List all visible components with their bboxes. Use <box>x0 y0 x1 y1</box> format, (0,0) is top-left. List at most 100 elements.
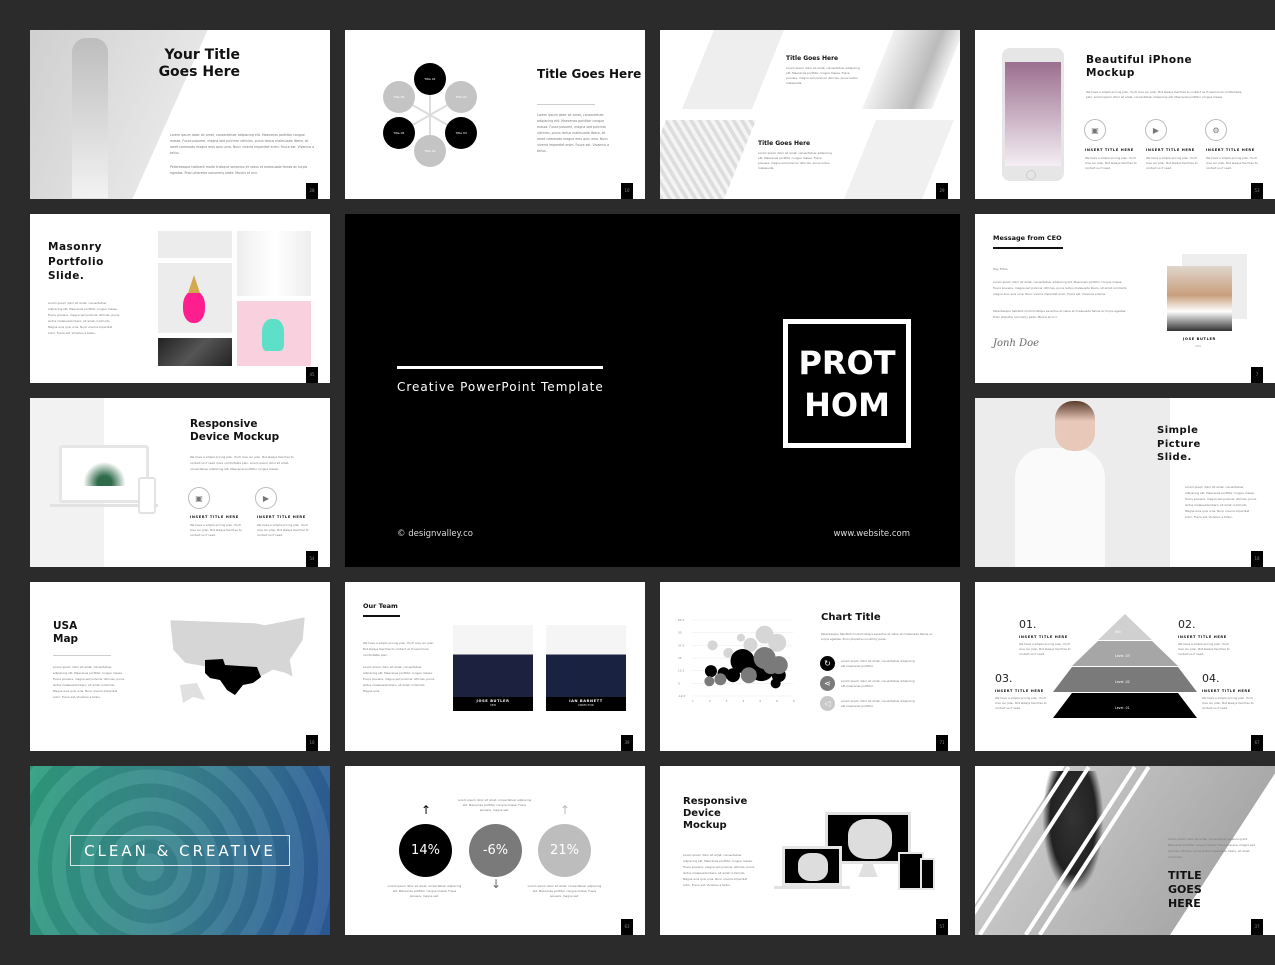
screen-image <box>848 819 892 859</box>
slide-body: Lorem ipsum dolor sit amet, consectetuer… <box>993 280 1127 296</box>
bubble-chart: 62.5 50 37.5 25 12.5 0 -12.5 1 2 3 4 5 6 6 <box>678 618 795 703</box>
bubble-gray <box>714 673 727 686</box>
feature-title: INSERT TITLE HERE <box>257 515 306 519</box>
hand-photo <box>237 301 311 366</box>
teal-hand <box>262 319 284 351</box>
chart-item-text: Lorem ipsum dolor sit amet, consectetuer… <box>841 699 915 708</box>
step-number: 01. <box>1019 618 1037 631</box>
slide-title-goes-here[interactable]: Lorem ipsum dolor sit amet, consectetuer… <box>975 766 1275 935</box>
feature-body: We have a simple pricing plan. You'll lo… <box>1206 156 1258 170</box>
stat-circle-3: 21% <box>538 824 591 877</box>
slide-title: TITLE GOES HERE <box>1168 869 1202 910</box>
stat-circle-1: 14% <box>399 824 452 877</box>
bubble-black <box>770 678 781 689</box>
slide-title: Responsive Device Mockup <box>190 418 280 443</box>
slide-responsive-device-mockup-2[interactable]: Responsive Device Mockup Lorem ipsum dol… <box>660 766 960 935</box>
pyramid-base <box>1053 693 1197 718</box>
level-label: Win <box>1115 630 1121 634</box>
slide-our-team[interactable]: Our Team We have a simple pricing plan. … <box>345 582 645 751</box>
member-photo-1 <box>453 625 533 697</box>
bubble-light <box>707 640 718 651</box>
page-number: 45 <box>306 367 318 383</box>
slide-masonry-portfolio[interactable]: Masonry Portfolio Slide. Lorem ipsum dol… <box>30 214 330 383</box>
chart-item-text: Lorem ipsum dolor sit amet, consectetuer… <box>841 659 915 668</box>
slide-your-title[interactable]: Your Title Goes Here Lorem ipsum dolor s… <box>30 30 330 199</box>
slide-title: Masonry Portfolio Slide. <box>48 241 104 283</box>
slide-message-from-ceo[interactable]: Message from CEO Hey Folks, Lorem ipsum … <box>975 214 1275 383</box>
slide-title: Your Title Goes Here <box>158 47 240 80</box>
model-figure <box>72 38 108 198</box>
slide-body-2: Lorem ipsum dolor sit amet, consectetuer… <box>363 665 435 693</box>
hex-circle: Title 05 <box>382 117 415 149</box>
block-body-2: Lorem ipsum dolor sit amet, consectetuer… <box>758 151 832 170</box>
hex-circle: Title 03 <box>445 117 478 149</box>
tagline: Creative PowerPoint Template <box>397 380 604 394</box>
slide-body: Lorem ipsum dolor sit amet, consectetuer… <box>170 133 315 155</box>
page-number: 63 <box>621 919 633 935</box>
y-tick-label: 37.5 <box>678 643 684 647</box>
page-number: 29 <box>936 183 948 199</box>
feature-body: We have a simple pricing plan. You'll lo… <box>257 523 309 537</box>
y-tick-label: 0 <box>678 681 680 685</box>
slide-title: Our Team <box>363 602 398 610</box>
phone-mockup <box>920 858 935 890</box>
share-icon: ⋖ <box>820 676 835 691</box>
page-number: 10 <box>621 183 633 199</box>
bubble-light <box>736 633 745 642</box>
feature-title: INSERT TITLE HERE <box>1085 148 1134 152</box>
slide-percent-stats[interactable]: 14% -6% 21% ↑ ↓ ↑ Lorem ipsum dolor sit … <box>345 766 645 935</box>
block-title-2: Title Goes Here <box>758 140 811 147</box>
bubble-black <box>726 668 741 683</box>
gear-icon: ⚙ <box>1205 119 1227 141</box>
slide-body: Lorem ipsum dolor sit amet, consectetuer… <box>1168 837 1255 859</box>
arrow-up-icon: ↑ <box>421 803 432 817</box>
slide-title: Message from CEO <box>993 234 1062 242</box>
title-slide-main[interactable]: Creative PowerPoint Template PROT HOM © … <box>345 214 960 567</box>
slide-clean-creative[interactable]: CLEAN & CREATIVE <box>30 766 330 935</box>
step-title: INSERT TITLE HERE <box>1178 635 1227 639</box>
slide-simple-picture[interactable]: Simple Picture Slide. Lorem ipsum dolor … <box>975 398 1275 567</box>
image-icon: ▣ <box>1084 119 1106 141</box>
arrow-up-icon: ↑ <box>560 803 571 817</box>
page-number: 7 <box>1251 367 1263 383</box>
step-number: 04. <box>1202 672 1220 685</box>
lamp-photo <box>158 231 232 258</box>
slide-iphone-mockup[interactable]: Beautiful iPhone Mockup We have a simple… <box>975 30 1275 199</box>
hex-circle: Title 06 <box>382 81 415 113</box>
bubble-gray <box>704 676 715 687</box>
slide-body-2: Pellentesque habitant morbi tristique se… <box>170 165 308 175</box>
slide-chart[interactable]: 62.5 50 37.5 25 12.5 0 -12.5 1 2 3 4 5 6 6 Chart Titl… <box>660 582 960 751</box>
image-icon: ▣ <box>188 487 210 509</box>
step-body: We have a simple pricing plan. You'll lo… <box>995 696 1047 710</box>
stat-text: Lorem ipsum dolor sit amet, consectetuer… <box>527 884 602 898</box>
usa-map <box>169 616 306 703</box>
plant <box>82 456 127 486</box>
hex-circle: Title 02 <box>445 81 478 113</box>
laptop-screen <box>782 846 842 886</box>
feature-body: We have a simple pricing plan. You'll lo… <box>190 523 242 537</box>
slide-body: Lorem ipsum dolor sit amet, consectetuer… <box>1185 485 1257 519</box>
block-title-1: Title Goes Here <box>786 55 839 62</box>
slide-responsive-device-mockup[interactable]: Responsive Device Mockup We have a simpl… <box>30 398 330 567</box>
title-underline <box>993 247 1063 249</box>
hex-circle: Title 01 <box>414 63 446 95</box>
woman-photo <box>862 30 960 109</box>
website-link[interactable]: www.website.com <box>833 529 910 539</box>
alaska <box>180 683 205 703</box>
refresh-icon: ↻ <box>820 656 835 671</box>
frame-photo <box>682 30 784 109</box>
iphone-screen <box>1005 62 1061 166</box>
y-tick-label: 25 <box>678 656 682 660</box>
slide-title-blocks[interactable]: Title Goes Here Lorem ipsum dolor sit am… <box>660 30 960 199</box>
slide-title-circles[interactable]: Title 01 Title 02 Title 03 Title 04 Title 05… <box>345 30 645 199</box>
slide-body: We have a simple pricing plan. You'll lo… <box>363 641 435 657</box>
slide-usa-map[interactable]: USA Map Lorem ipsum dolor sit amet, cons… <box>30 582 330 751</box>
block-body-1: Lorem ipsum dolor sit amet, consectetuer… <box>786 66 860 85</box>
level-label: Level -03 <box>1115 654 1130 658</box>
stat-text: Lorem ipsum dolor sit amet, consectetuer… <box>387 884 462 898</box>
iphone-frame <box>1002 48 1064 181</box>
page-number: 71 <box>936 735 948 751</box>
woman-photo <box>237 231 311 296</box>
slide-pyramid[interactable]: Win Level -03 Level -02 Level -01 01. IN… <box>975 582 1275 751</box>
slide-title: Title Goes Here <box>537 67 642 81</box>
